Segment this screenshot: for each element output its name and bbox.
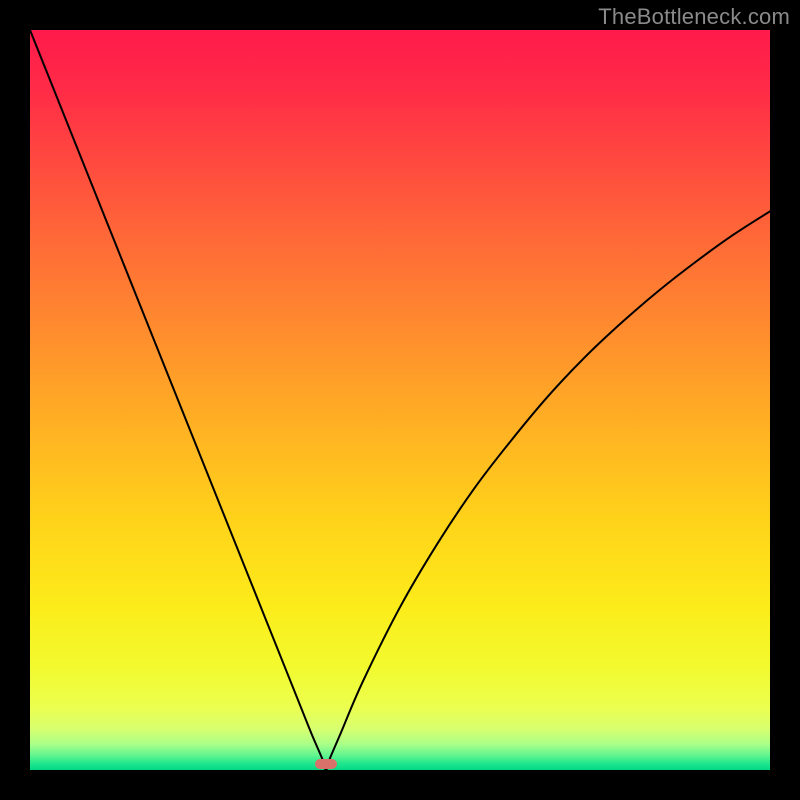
bottleneck-curve <box>30 30 770 770</box>
plot-area <box>30 30 770 770</box>
optimal-marker <box>315 759 337 769</box>
watermark-text: TheBottleneck.com <box>598 4 790 30</box>
chart-frame: TheBottleneck.com <box>0 0 800 800</box>
